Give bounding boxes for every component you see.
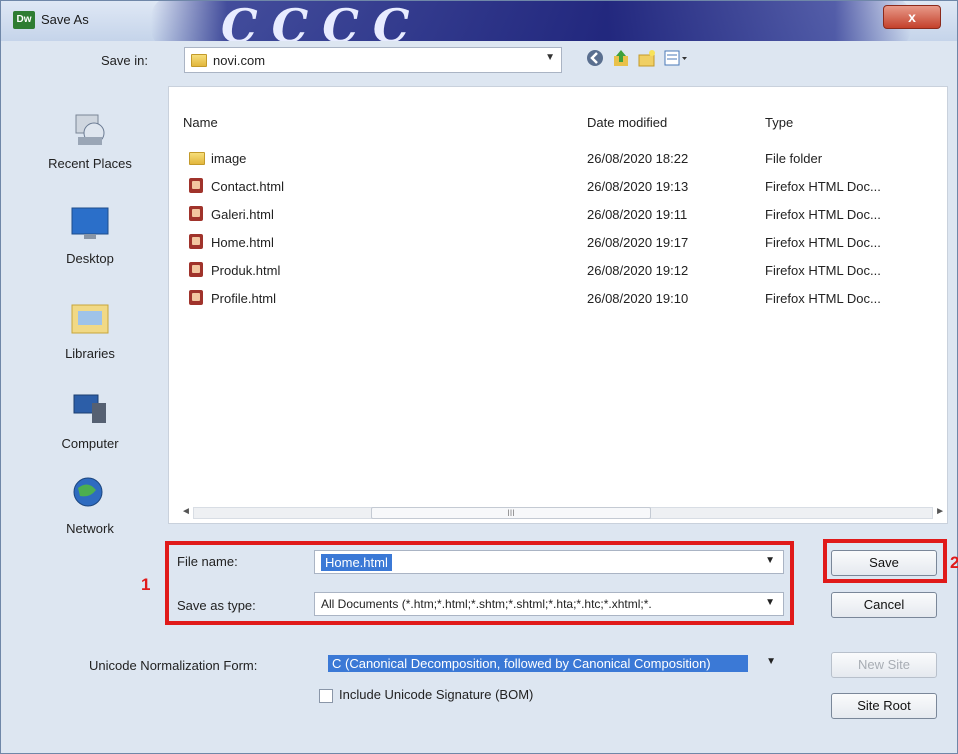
- html-file-icon: [189, 290, 203, 305]
- place-label: Recent Places: [48, 156, 132, 171]
- annotation-highlight-save-button: [823, 539, 947, 583]
- horizontal-scrollbar[interactable]: ◄ III ►: [179, 504, 947, 522]
- file-type: Firefox HTML Doc...: [765, 179, 881, 194]
- back-icon[interactable]: [585, 48, 605, 68]
- scroll-left-icon[interactable]: ◄: [181, 506, 191, 517]
- place-label: Libraries: [65, 346, 115, 361]
- file-date: 26/08/2020 19:13: [587, 179, 689, 194]
- file-date: 26/08/2020 19:17: [587, 235, 689, 250]
- html-file-icon: [189, 178, 203, 193]
- html-file-icon: [189, 262, 203, 277]
- title-banner-art: CCCC: [151, 1, 911, 41]
- column-header-name[interactable]: Name: [183, 115, 218, 130]
- new-folder-icon[interactable]: [637, 48, 657, 68]
- place-label: Computer: [61, 436, 119, 451]
- html-file-icon: [189, 234, 203, 249]
- unicode-normalization-label: Unicode Normalization Form:: [89, 658, 258, 673]
- computer-icon: [73, 394, 106, 423]
- close-button[interactable]: x: [883, 5, 941, 29]
- bom-checkbox[interactable]: [319, 689, 333, 703]
- file-row-home[interactable]: Home.html 26/08/2020 19:17 Firefox HTML …: [169, 233, 947, 255]
- bom-checkbox-label: Include Unicode Signature (BOM): [339, 687, 534, 702]
- window-title: Save As: [41, 12, 89, 27]
- place-desktop[interactable]: Desktop: [15, 204, 165, 266]
- chevron-down-icon: ▼: [545, 52, 555, 63]
- views-menu-icon[interactable]: [663, 48, 689, 68]
- unicode-normalization-value: C (Canonical Decomposition, followed by …: [328, 655, 748, 672]
- place-computer[interactable]: Computer: [15, 389, 165, 451]
- file-type: File folder: [765, 151, 823, 166]
- place-network[interactable]: Network: [15, 474, 165, 536]
- html-file-icon: [189, 206, 203, 221]
- recent-places-icon: [75, 114, 105, 145]
- title-art-text: CCCC: [221, 1, 424, 41]
- file-list[interactable]: Name Date modified Type image 26/08/2020…: [168, 86, 948, 524]
- place-label: Network: [66, 521, 114, 536]
- libraries-icon: [71, 304, 109, 334]
- annotation-highlight-file-fields: [165, 541, 794, 625]
- unicode-normalization-select[interactable]: C (Canonical Decomposition, followed by …: [324, 652, 784, 676]
- folder-icon: [189, 152, 205, 165]
- file-type: Firefox HTML Doc...: [765, 263, 881, 278]
- column-header-date-modified[interactable]: Date modified: [587, 115, 667, 130]
- save-in-label: Save in:: [101, 53, 148, 68]
- file-type: Firefox HTML Doc...: [765, 291, 881, 306]
- scrollbar-thumb[interactable]: III: [371, 507, 651, 519]
- cancel-button[interactable]: Cancel: [831, 592, 937, 618]
- column-header-type[interactable]: Type: [765, 115, 793, 130]
- up-folder-icon[interactable]: [611, 48, 631, 68]
- chevron-down-icon[interactable]: ▼: [766, 656, 776, 667]
- title-bar[interactable]: CCCC Dw Save As x: [1, 1, 957, 41]
- file-row-profile[interactable]: Profile.html 26/08/2020 19:10 Firefox HT…: [169, 289, 947, 311]
- annotation-marker-1: 1: [141, 575, 151, 594]
- file-date: 26/08/2020 19:10: [587, 291, 689, 306]
- save-as-dialog: CCCC Dw Save As x Save in: novi.com ▼ Re…: [0, 0, 958, 754]
- places-bar: Recent Places Desktop Libraries Computer: [15, 89, 165, 549]
- file-name: Home.html: [211, 235, 274, 250]
- file-date: 26/08/2020 19:12: [587, 263, 689, 278]
- site-root-button[interactable]: Site Root: [831, 693, 937, 719]
- dreamweaver-app-icon: Dw: [13, 11, 35, 29]
- annotation-marker-2: 2: [950, 553, 958, 572]
- network-icon: [73, 477, 103, 507]
- file-name: Profile.html: [211, 291, 277, 306]
- desktop-icon: [71, 207, 109, 239]
- file-name: image: [211, 151, 247, 166]
- place-label: Desktop: [66, 251, 114, 266]
- new-site-button[interactable]: New Site: [831, 652, 937, 678]
- save-in-dropdown[interactable]: novi.com ▼: [184, 47, 562, 73]
- file-type: Firefox HTML Doc...: [765, 207, 881, 222]
- file-date: 26/08/2020 18:22: [587, 151, 689, 166]
- file-type: Firefox HTML Doc...: [765, 235, 881, 250]
- place-recent-places[interactable]: Recent Places: [15, 109, 165, 171]
- scroll-right-icon[interactable]: ►: [935, 506, 945, 517]
- file-row-image[interactable]: image 26/08/2020 18:22 File folder: [169, 149, 947, 171]
- file-name: Contact.html: [211, 179, 284, 194]
- file-name: Galeri.html: [211, 207, 274, 222]
- file-row-contact[interactable]: Contact.html 26/08/2020 19:13 Firefox HT…: [169, 177, 947, 199]
- file-name: Produk.html: [211, 263, 281, 278]
- file-date: 26/08/2020 19:11: [587, 207, 688, 222]
- file-list-header: Name Date modified Type: [169, 87, 947, 130]
- folder-icon: [191, 54, 207, 67]
- place-libraries[interactable]: Libraries: [15, 299, 165, 361]
- file-row-produk[interactable]: Produk.html 26/08/2020 19:12 Firefox HTM…: [169, 261, 947, 283]
- save-in-value: novi.com: [213, 53, 266, 68]
- file-row-galeri[interactable]: Galeri.html 26/08/2020 19:11 Firefox HTM…: [169, 205, 947, 227]
